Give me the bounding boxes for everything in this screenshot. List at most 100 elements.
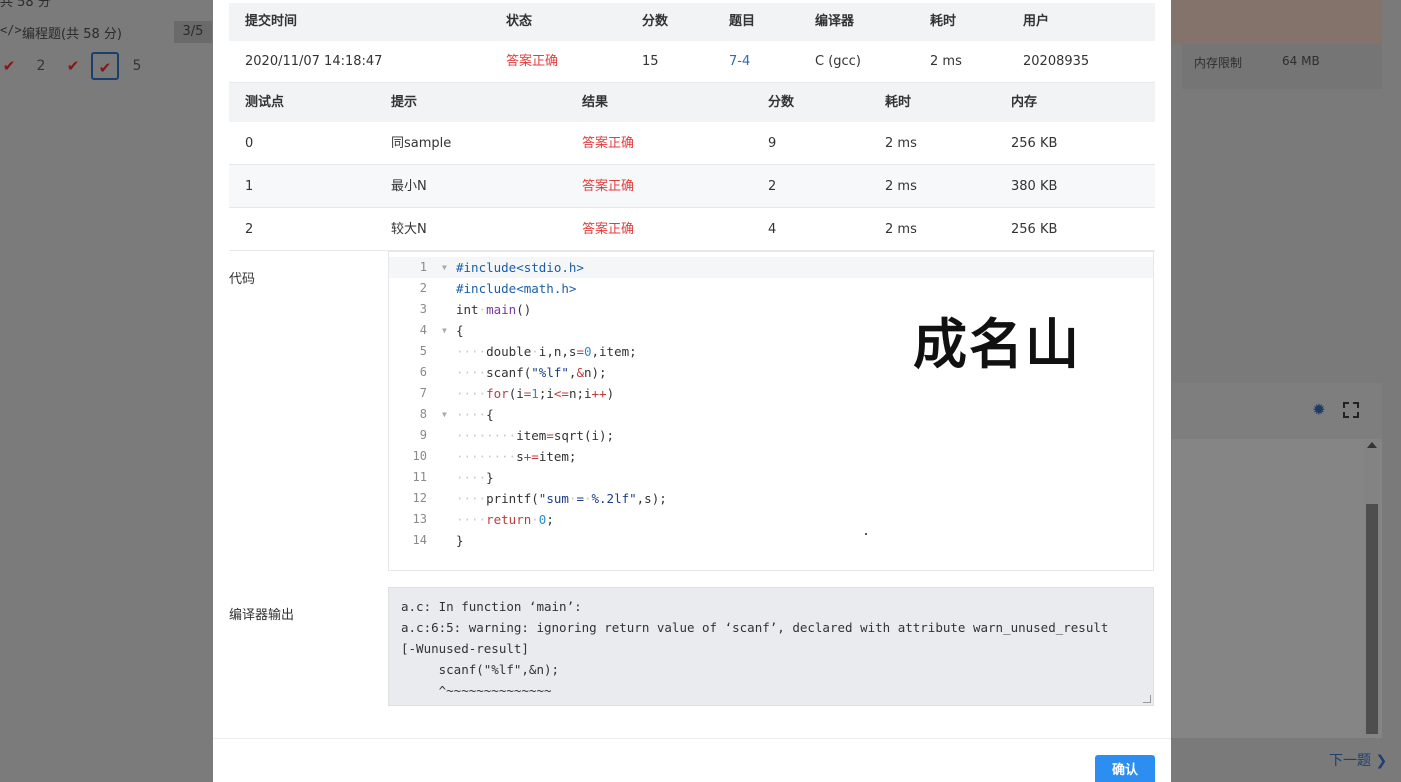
column-header: 提示 [391, 95, 418, 110]
column-header: 内存 [1011, 95, 1038, 110]
modal-footer-divider [213, 738, 1171, 739]
testcase-memory: 380 KB [1011, 179, 1058, 194]
testcase-table-header: 测试点 提示 结果 分数 耗时 内存 [229, 83, 1155, 122]
testcase-hint: 最小N [391, 179, 427, 194]
testcase-id: 0 [245, 136, 254, 151]
stray-mark [865, 533, 867, 535]
resize-handle[interactable] [1143, 695, 1151, 703]
line-number: 7 [419, 386, 427, 400]
line-number: 3 [419, 302, 427, 316]
code-line: 11 ····} [389, 467, 1153, 488]
submission-table-header: 提交时间 状态 分数 题目 编译器 耗时 用户 [229, 3, 1155, 41]
line-number: 2 [419, 281, 427, 295]
handwritten-signature: 成名山 [913, 312, 1081, 376]
chevron-right-icon: ❯ [1375, 753, 1388, 769]
fullscreen-icon[interactable] [1342, 401, 1360, 419]
memory-limit-label: 内存限制 [1194, 56, 1243, 70]
code-line: 13 ····return·0; [389, 509, 1153, 530]
column-header: 耗时 [930, 14, 957, 29]
testcase-time: 2 ms [885, 179, 917, 194]
column-header: 分数 [642, 14, 669, 29]
testcase-hint: 同sample [391, 136, 452, 151]
program-section-points: (共 58 分) [61, 27, 122, 42]
testcase-result: 答案正确 [582, 179, 635, 194]
line-number: 4 [419, 323, 427, 337]
next-question-link[interactable]: 下一题 ❯ [1329, 750, 1387, 770]
fold-arrow-icon[interactable]: ▼ [442, 320, 447, 341]
program-section-header[interactable]: </> 编程题(共 58 分) 3/5 [0, 21, 213, 43]
testcase-memory: 256 KB [1011, 136, 1058, 151]
column-header: 提交时间 [245, 14, 298, 29]
column-header: 状态 [506, 14, 533, 29]
column-header: 用户 [1023, 14, 1050, 29]
submission-table: 提交时间 状态 分数 题目 编译器 耗时 用户 2020/11/07 14:18… [229, 3, 1155, 83]
code-icon: </> [0, 23, 22, 37]
testcase-id: 1 [245, 179, 254, 194]
scroll-up-arrow-icon[interactable] [1367, 442, 1377, 448]
memory-limit-box: 内存限制 64 MB [1182, 44, 1382, 89]
memory-limit-value: 64 MB [1282, 54, 1320, 68]
column-header: 耗时 [885, 95, 912, 110]
testcase-memory: 256 KB [1011, 222, 1058, 237]
scrollbar[interactable] [1364, 440, 1380, 737]
compiler: C (gcc) [815, 54, 861, 69]
line-number: 8 [419, 407, 427, 421]
fold-arrow-icon[interactable]: ▼ [442, 257, 447, 278]
table-row: 1 最小N 答案正确 2 2 ms 380 KB [229, 165, 1155, 208]
code-line: 2 #include<math.h> [389, 278, 1153, 299]
line-number: 9 [419, 428, 427, 442]
score: 15 [642, 54, 659, 69]
line-number: 6 [419, 365, 427, 379]
fold-arrow-icon[interactable]: ▼ [442, 404, 447, 425]
editor-panel-header: ✹ [1172, 383, 1382, 439]
check-icon[interactable]: ✔ [60, 52, 86, 80]
code-viewer[interactable]: 1 ▼ #include<stdio.h> 2 #include<math.h>… [388, 251, 1154, 571]
column-header: 测试点 [245, 95, 285, 110]
progress-count: 3/5 [174, 21, 212, 43]
background-left-panel: 共 58 分 </> 编程题(共 58 分) 3/5 ✔ 2 ✔ ✔ 5 [0, 0, 213, 782]
question-nav: ✔ 2 ✔ ✔ 5 [0, 52, 213, 82]
user-id: 20208935 [1023, 54, 1090, 69]
line-number: 5 [419, 344, 427, 358]
editor-panel: ✹ [1172, 383, 1382, 738]
submission-detail-modal: 提交时间 状态 分数 题目 编译器 耗时 用户 2020/11/07 14:18… [213, 0, 1171, 782]
testcase-id: 2 [245, 222, 254, 237]
status-badge: 答案正确 [506, 54, 559, 69]
table-row: 2 较大N 答案正确 4 2 ms 256 KB [229, 208, 1155, 251]
background-right-panel: 内存限制 64 MB ✹ 下一题 ❯ [1155, 0, 1401, 782]
code-line: 7 ····for(i=1;i<=n;i++) [389, 383, 1153, 404]
elapsed-time: 2 ms [930, 54, 962, 69]
testcase-hint: 较大N [391, 222, 427, 237]
code-line: 8 ▼ ····{ [389, 404, 1153, 425]
table-row: 0 同sample 答案正确 9 2 ms 256 KB [229, 122, 1155, 165]
problem-link[interactable]: 7-4 [729, 41, 750, 83]
column-header: 编译器 [815, 14, 855, 29]
testcase-time: 2 ms [885, 222, 917, 237]
question-number-5[interactable]: 5 [124, 52, 150, 80]
confirm-button[interactable]: 确认 [1095, 755, 1155, 782]
code-line: 1 ▼ #include<stdio.h> [389, 257, 1153, 278]
code-label: 代码 [229, 272, 256, 287]
problem-header-strip [1171, 0, 1382, 44]
total-score-text: 共 58 分 [0, 0, 51, 10]
current-question-check-icon[interactable]: ✔ [91, 52, 119, 80]
scrollbar-thumb[interactable] [1366, 504, 1378, 734]
compiler-output-textarea[interactable]: a.c: In function ‘main’: a.c:6:5: warnin… [388, 587, 1154, 706]
testcase-score: 4 [768, 222, 777, 237]
testcase-score: 9 [768, 136, 777, 151]
line-number: 11 [412, 470, 427, 484]
code-line: 12 ····printf("sum·=·%.2lf",s); [389, 488, 1153, 509]
code-line: 10 ········s+=item; [389, 446, 1153, 467]
program-section-label: 编程题 [22, 27, 62, 42]
submit-time: 2020/11/07 14:18:47 [245, 54, 383, 69]
question-number-2[interactable]: 2 [28, 52, 54, 80]
testcase-result: 答案正确 [582, 136, 635, 151]
check-icon[interactable]: ✔ [0, 52, 18, 80]
testcase-time: 2 ms [885, 136, 917, 151]
column-header: 题目 [729, 14, 756, 29]
bug-icon[interactable]: ✹ [1310, 401, 1328, 419]
line-number: 10 [412, 449, 427, 463]
line-number: 1 [419, 260, 427, 274]
testcase-score: 2 [768, 179, 777, 194]
code-line: 14 } [389, 530, 1153, 551]
